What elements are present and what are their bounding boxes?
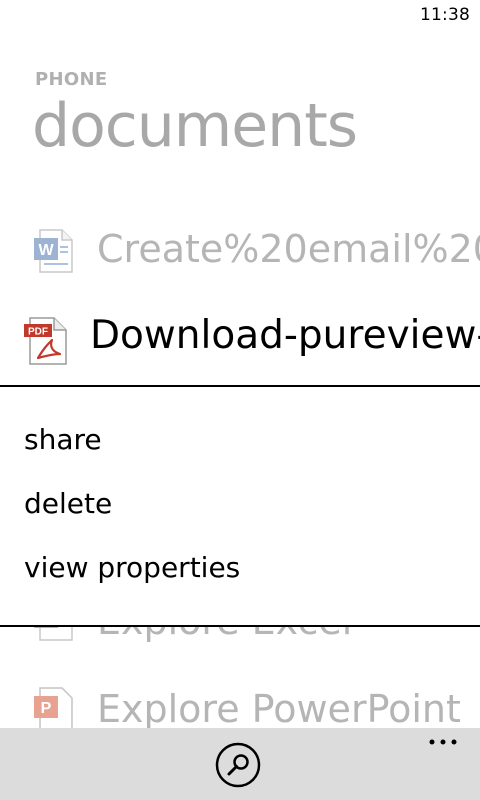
ellipsis-icon [429,739,457,745]
more-button[interactable] [426,732,460,752]
menu-item-share[interactable]: share [24,423,102,457]
svg-text:P: P [41,700,52,717]
search-button[interactable] [215,742,261,788]
menu-item-delete[interactable]: delete [24,487,112,521]
context-menu: share delete view properties [0,385,480,627]
word-document-icon: W [34,229,73,273]
screen: 11:38 PHONE documents W Create%20email%2… [0,0,480,800]
page-title: documents [32,91,358,161]
document-name: Explore PowerPoint [97,687,461,731]
menu-item-view-properties[interactable]: view properties [24,551,240,585]
powerpoint-document-icon: P [34,687,73,731]
document-item-word[interactable]: W Create%20email%20si [0,222,480,282]
status-time: 11:38 [420,5,470,25]
document-name: Create%20email%20si [97,227,480,271]
app-title: PHONE [35,69,108,90]
document-item-pdf[interactable]: PDF Download-pureview-8 [0,308,480,368]
status-bar: 11:38 [0,0,480,32]
svg-text:W: W [38,242,54,259]
svg-text:PDF: PDF [28,327,48,338]
search-icon [215,742,261,788]
app-bar [0,728,480,800]
document-name: Download-pureview-8 [90,313,480,358]
pdf-document-icon: PDF [24,317,67,365]
